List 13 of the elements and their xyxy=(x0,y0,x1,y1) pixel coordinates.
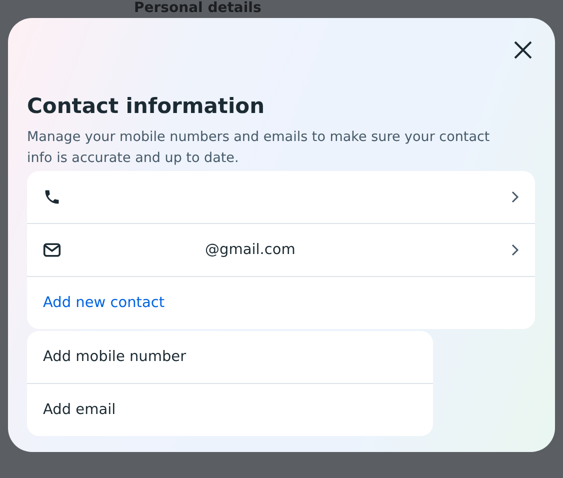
phone-icon xyxy=(43,188,61,206)
dialog-title: Contact information xyxy=(27,94,266,118)
page-heading: Personal details xyxy=(134,0,262,17)
menu-item[interactable]: Add mobile number xyxy=(27,331,433,383)
email-row[interactable]: @gmail.com xyxy=(27,223,535,276)
close-icon xyxy=(514,41,532,59)
dialog-description: Manage your mobile numbers and emails to make sure your contact info is accurate and up to date. xyxy=(27,128,491,168)
add-contact-link[interactable]: Add new contact xyxy=(43,295,165,311)
chevron-right-icon xyxy=(511,244,519,256)
menu-item[interactable]: Add email xyxy=(27,383,433,436)
contact-value: @gmail.com xyxy=(205,242,296,258)
chevron-right-icon xyxy=(511,191,519,203)
envelope-icon xyxy=(43,242,61,258)
